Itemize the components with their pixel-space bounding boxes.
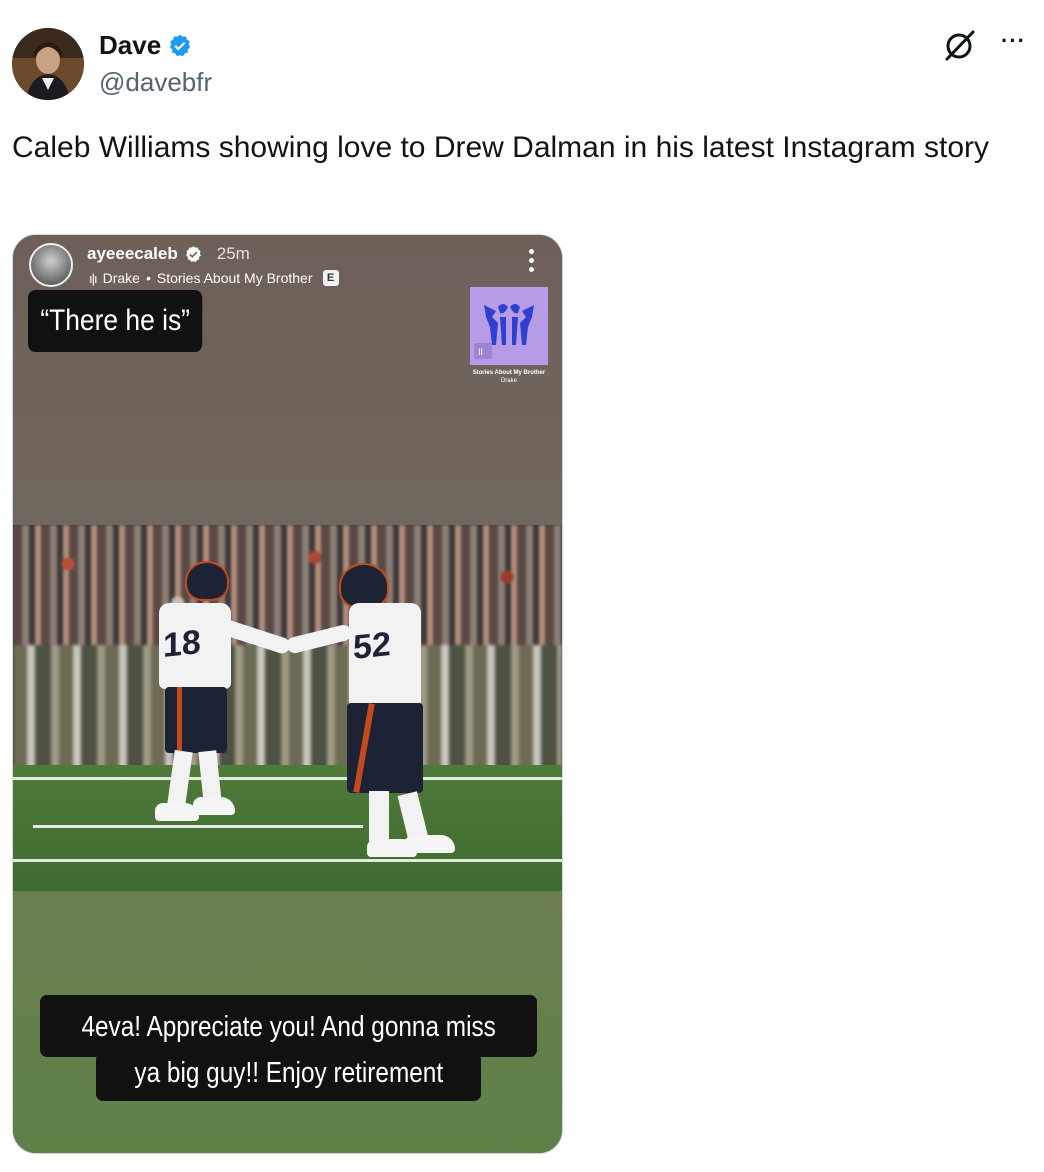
story-music-song: Stories About My Brother xyxy=(156,270,313,286)
story-photo: 18 52 xyxy=(13,525,562,891)
jersey-number-left: 18 xyxy=(163,623,201,665)
tweet-media-image[interactable]: ayeeecaleb 25m ı|ı Drake • Stories About… xyxy=(12,234,563,1154)
verified-badge-icon xyxy=(170,34,191,56)
story-music-info: ı|ı Drake • Stories About My Brother E xyxy=(89,270,339,286)
grok-icon[interactable] xyxy=(943,28,977,62)
sticker-artist: Drake xyxy=(500,378,517,384)
player-left: 18 xyxy=(153,561,292,871)
sticker-play-glyph: II xyxy=(478,347,483,357)
story-verified-icon xyxy=(185,245,201,262)
photo-field xyxy=(13,765,562,891)
story-caption-bottom-line2: ya big guy!! Enjoy retirement xyxy=(96,1053,481,1101)
story-music-artist: Drake xyxy=(102,270,140,286)
author-display-name[interactable]: Dave xyxy=(99,30,161,61)
photo-sideline xyxy=(13,645,562,775)
music-bars-icon: ı|ı xyxy=(89,270,98,286)
jersey-number-right: 52 xyxy=(353,625,391,667)
music-sticker-artwork: II xyxy=(470,287,548,365)
more-icon[interactable]: ··· xyxy=(1001,30,1026,52)
explicit-badge: E xyxy=(322,270,339,286)
story-music-separator: • xyxy=(145,270,151,286)
author-handle[interactable]: @davebfr xyxy=(99,67,212,98)
tweet-text: Caleb Williams showing love to Drew Dalm… xyxy=(12,131,990,164)
story-avatar xyxy=(29,243,73,287)
story-kebab-icon xyxy=(526,249,536,275)
player-right: 52 xyxy=(285,563,473,873)
sticker-caption: Stories About My Brother Drake xyxy=(461,369,557,385)
story-caption-bottom-line1: 4eva! Appreciate you! And gonna miss xyxy=(40,995,537,1057)
story-timestamp: 25m xyxy=(216,244,250,263)
story-caption-top: “There he is” xyxy=(28,290,203,352)
author-avatar[interactable] xyxy=(12,28,84,100)
story-username: ayeeecaleb xyxy=(87,244,178,263)
photo-crowd xyxy=(13,525,562,655)
sticker-title: Stories About My Brother xyxy=(472,370,546,376)
